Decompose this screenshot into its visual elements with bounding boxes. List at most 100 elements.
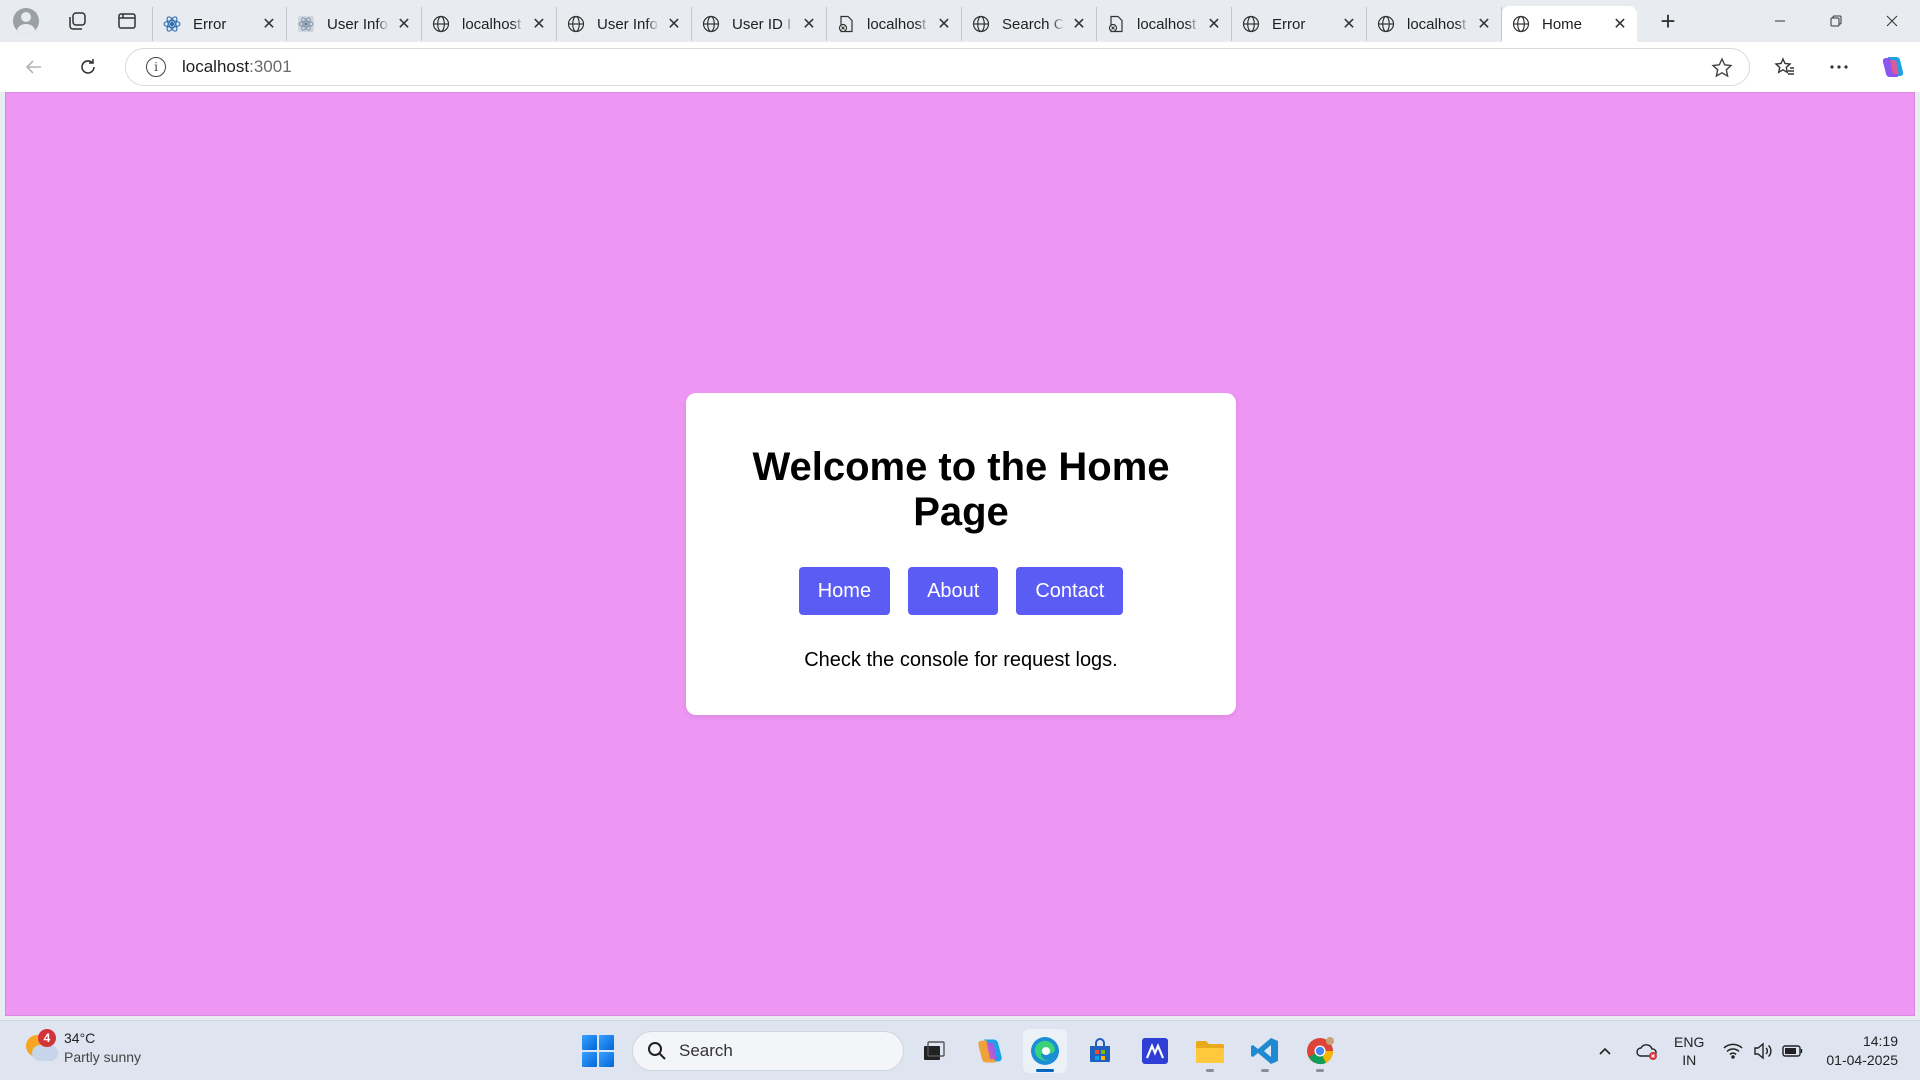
more-dots-icon xyxy=(1830,65,1848,69)
minimize-button[interactable] xyxy=(1752,0,1808,42)
chrome-taskbar-button[interactable] xyxy=(1298,1029,1342,1073)
close-icon[interactable]: ✕ xyxy=(1611,15,1629,33)
page-viewport: Welcome to the Home Page Home About Cont… xyxy=(5,92,1915,1016)
wifi-button[interactable] xyxy=(1718,1043,1748,1059)
address-bar[interactable]: i localhost:3001 xyxy=(125,48,1750,86)
close-icon[interactable]: ✕ xyxy=(1340,15,1358,33)
error-page-icon xyxy=(837,15,855,33)
more-menu-button[interactable] xyxy=(1812,47,1866,87)
onedrive-status-button[interactable] xyxy=(1632,1041,1662,1061)
tab-label: User Info xyxy=(597,15,658,33)
tab-label: localhost xyxy=(1407,15,1467,33)
profile-button[interactable] xyxy=(0,0,52,42)
minimize-icon xyxy=(1775,20,1785,22)
close-icon[interactable]: ✕ xyxy=(1070,15,1088,33)
site-info-icon[interactable]: i xyxy=(146,57,166,77)
clock-date: 01-04-2025 xyxy=(1826,1052,1898,1068)
globe-icon xyxy=(972,15,990,33)
edge-taskbar-button[interactable] xyxy=(1023,1029,1067,1073)
tab-2[interactable]: localhost ✕ xyxy=(422,7,557,41)
nav-buttons: Home About Contact xyxy=(686,567,1236,615)
volume-button[interactable] xyxy=(1748,1042,1778,1060)
refresh-icon xyxy=(81,59,95,74)
chevron-up-icon xyxy=(1599,1047,1611,1055)
tab-10-active[interactable]: Home ✕ xyxy=(1502,6,1637,42)
favorite-star-icon[interactable] xyxy=(1711,57,1733,79)
back-button[interactable] xyxy=(12,47,56,87)
wifi-icon xyxy=(1723,1043,1743,1059)
close-icon[interactable]: ✕ xyxy=(1475,15,1493,33)
copilot-button[interactable] xyxy=(1866,47,1920,87)
globe-icon xyxy=(1512,15,1530,33)
tab-label: Error xyxy=(1272,15,1306,33)
tab-5[interactable]: localhost ✕ xyxy=(827,7,962,41)
tab-0[interactable]: Error ✕ xyxy=(152,7,287,41)
contact-button[interactable]: Contact xyxy=(1016,567,1124,615)
tab-label: User ID I xyxy=(732,15,792,33)
volume-icon xyxy=(1754,1042,1772,1060)
weather-temp: 34°C xyxy=(64,1030,96,1046)
workspaces-button[interactable] xyxy=(52,0,102,42)
favorites-button[interactable] xyxy=(1758,47,1812,87)
tab-9[interactable]: localhost ✕ xyxy=(1367,7,1502,41)
language-indicator[interactable]: ENG IN xyxy=(1674,1033,1704,1069)
window-controls xyxy=(1752,0,1920,42)
refresh-button[interactable] xyxy=(66,47,110,87)
tab-label: localhost xyxy=(867,15,927,33)
close-icon[interactable]: ✕ xyxy=(935,15,953,33)
tab-actions-button[interactable] xyxy=(102,0,152,42)
clock-time: 14:19 xyxy=(1862,1033,1898,1049)
close-icon[interactable]: ✕ xyxy=(1205,15,1223,33)
close-icon[interactable]: ✕ xyxy=(800,15,818,33)
vscode-taskbar-button[interactable] xyxy=(1243,1029,1287,1073)
show-hidden-icons-button[interactable] xyxy=(1590,1046,1620,1056)
close-icon[interactable]: ✕ xyxy=(665,15,683,33)
tab-label: Search C xyxy=(1002,15,1064,33)
clock[interactable]: 14:19 01-04-2025 xyxy=(1826,1032,1898,1070)
error-page-icon xyxy=(1107,15,1125,33)
page-title: Welcome to the Home Page xyxy=(752,445,1170,534)
tab-6[interactable]: Search C ✕ xyxy=(962,7,1097,41)
new-tab-button[interactable]: + xyxy=(1647,4,1689,38)
copilot-taskbar-button[interactable] xyxy=(968,1029,1012,1073)
tab-label: User Info xyxy=(327,15,388,33)
globe-icon xyxy=(1377,15,1395,33)
weather-condition: Partly sunny xyxy=(64,1049,142,1065)
home-button[interactable]: Home xyxy=(798,567,891,615)
tab-label: Error xyxy=(193,15,227,33)
url-text: localhost:3001 xyxy=(182,57,292,76)
tab-1[interactable]: User Info ✕ xyxy=(287,7,422,41)
code-editor-taskbar-button[interactable] xyxy=(1133,1029,1177,1073)
store-taskbar-button[interactable] xyxy=(1078,1029,1122,1073)
copilot-icon xyxy=(1882,56,1904,78)
vertical-tabs-icon xyxy=(118,13,136,29)
battery-button[interactable] xyxy=(1778,1044,1808,1058)
close-icon[interactable]: ✕ xyxy=(395,15,413,33)
store-icon xyxy=(1090,1038,1110,1062)
tab-8[interactable]: Error ✕ xyxy=(1232,7,1367,41)
copilot-icon xyxy=(978,1039,1002,1063)
tab-3[interactable]: User Info ✕ xyxy=(557,7,692,41)
plus-icon: + xyxy=(1660,5,1676,36)
restore-button[interactable] xyxy=(1808,0,1864,42)
weather-widget[interactable]: 4 34°C Partly sunny xyxy=(24,1029,141,1067)
globe-icon xyxy=(702,15,720,33)
globe-icon xyxy=(432,15,450,33)
close-icon[interactable]: ✕ xyxy=(530,15,548,33)
task-view-button[interactable] xyxy=(912,1029,956,1073)
tab-4[interactable]: User ID I ✕ xyxy=(692,7,827,41)
react-icon xyxy=(163,15,181,33)
close-icon[interactable]: ✕ xyxy=(260,15,278,33)
tab-label: Home xyxy=(1542,15,1583,33)
battery-icon xyxy=(1782,1045,1803,1057)
tab-7[interactable]: localhost ✕ xyxy=(1097,7,1232,41)
running-indicator xyxy=(1261,1069,1269,1072)
file-explorer-taskbar-button[interactable] xyxy=(1188,1029,1232,1073)
close-window-button[interactable] xyxy=(1864,0,1920,42)
start-button[interactable] xyxy=(582,1035,614,1067)
restore-icon xyxy=(1830,15,1842,27)
about-button[interactable]: About xyxy=(908,567,999,615)
browser-toolbar: i localhost:3001 xyxy=(0,42,1920,92)
globe-icon xyxy=(1242,15,1260,33)
taskbar-search[interactable]: Search xyxy=(632,1031,904,1071)
